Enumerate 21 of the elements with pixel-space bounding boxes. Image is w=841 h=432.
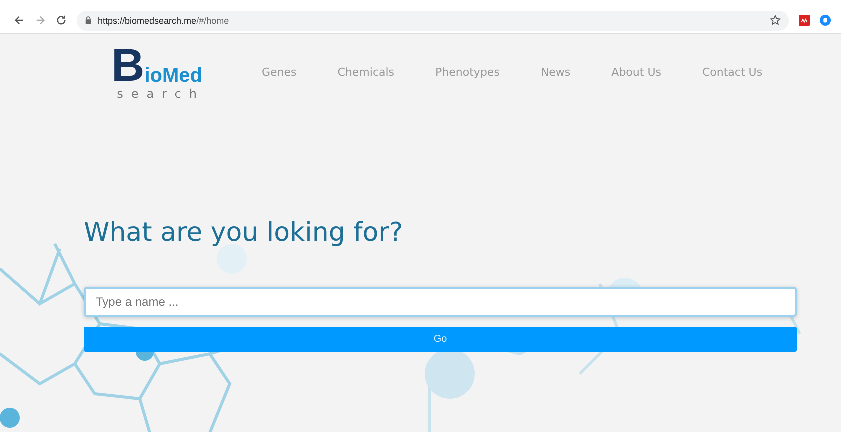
nav-link[interactable]: Chemicals	[338, 66, 395, 78]
reload-icon[interactable]	[56, 15, 67, 26]
extension-icon[interactable]	[820, 15, 831, 26]
logo-wordmark: ioMed	[144, 65, 202, 87]
search-field[interactable]: Type a name ...	[84, 287, 797, 317]
address-bar[interactable]: https://biomedsearch.me/#/home	[77, 10, 789, 30]
logo-initial: B	[111, 43, 145, 87]
star-icon[interactable]	[770, 15, 781, 26]
nav-link[interactable]: Contact Us	[702, 66, 763, 78]
nav-link[interactable]: Phenotypes	[436, 66, 500, 78]
lock-icon	[85, 16, 92, 25]
nav-link[interactable]: News	[540, 66, 571, 78]
extension-icon[interactable]	[799, 15, 810, 26]
nav-link[interactable]: About Us	[612, 66, 662, 78]
go-button[interactable]: Go	[84, 327, 797, 352]
url-text: https://biomedsearch.me/#/home	[98, 16, 230, 26]
page-heading: What are you loking for?	[84, 217, 404, 250]
back-icon[interactable]	[14, 15, 25, 26]
nav-link[interactable]: Genes	[262, 66, 297, 78]
logo-subtitle: search	[117, 87, 205, 101]
logo[interactable]: BioMed search	[102, 43, 212, 101]
